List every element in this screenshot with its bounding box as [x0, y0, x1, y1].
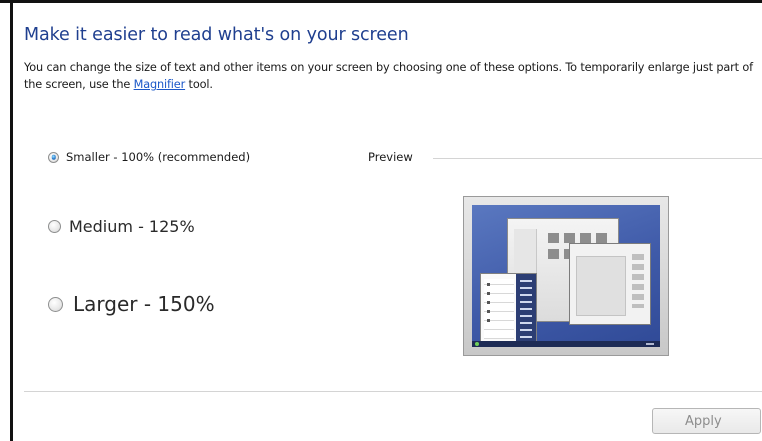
preview-divider — [433, 158, 762, 159]
preview-list-bullet — [487, 283, 490, 286]
preview-start-menu-items — [520, 280, 532, 338]
preview-tile — [580, 233, 591, 243]
description-text-end: tool. — [185, 78, 213, 91]
preview-start-menu — [480, 273, 537, 345]
footer-divider — [24, 391, 762, 392]
preview-taskbar — [472, 341, 660, 347]
option-label: Smaller - 100% (recommended) — [66, 150, 251, 164]
preview-desktop — [472, 205, 660, 347]
preview-monitor-image — [463, 196, 669, 356]
preview-tile — [596, 233, 607, 243]
window-frame-top — [0, 0, 762, 3]
preview-tile — [548, 233, 559, 243]
preview-list-bullet — [487, 319, 490, 322]
preview-tile — [564, 233, 575, 243]
preview-start-orb-icon — [475, 342, 479, 346]
larger-radio-button[interactable] — [48, 296, 63, 312]
preview-start-menu-list — [484, 279, 514, 339]
preview-list-bullet — [487, 301, 490, 304]
page-description: You can change the size of text and othe… — [24, 59, 759, 93]
preview-start-menu-panel — [516, 274, 536, 344]
option-label: Larger - 150% — [73, 292, 215, 316]
preview-window-content — [576, 256, 626, 316]
preview-tray — [646, 343, 654, 345]
option-medium-125[interactable]: Medium - 125% — [48, 217, 195, 236]
option-label: Medium - 125% — [69, 217, 195, 236]
preview-window-front — [569, 243, 651, 325]
preview-tile — [548, 249, 559, 259]
option-smaller-100[interactable]: Smaller - 100% (recommended) — [48, 150, 250, 164]
preview-window-list — [632, 254, 644, 308]
preview-list-bullet — [487, 310, 490, 313]
medium-radio-button[interactable] — [48, 220, 61, 233]
smaller-radio-button[interactable] — [48, 151, 59, 163]
option-larger-150[interactable]: Larger - 150% — [48, 292, 215, 316]
apply-button[interactable]: Apply — [652, 408, 761, 434]
preview-list-bullet — [487, 292, 490, 295]
window-frame-left — [10, 0, 13, 441]
page-title: Make it easier to read what's on your sc… — [24, 25, 409, 45]
magnifier-link[interactable]: Magnifier — [134, 78, 186, 91]
preview-label: Preview — [368, 150, 413, 164]
